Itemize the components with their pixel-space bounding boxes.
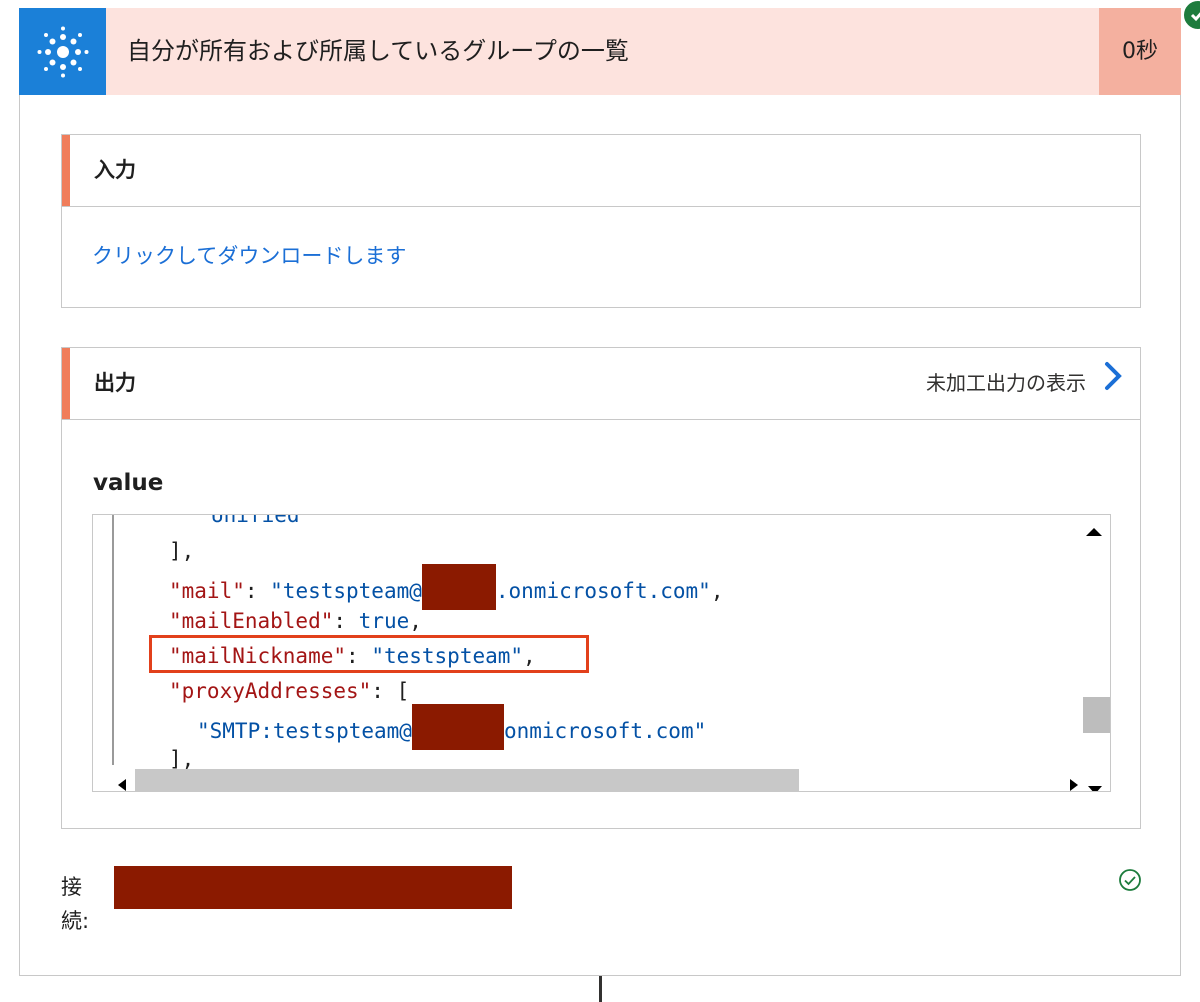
code-line-mail-enabled: "mailEnabled": true,	[169, 609, 422, 633]
horizontal-scrollbar-thumb[interactable]	[135, 769, 799, 791]
code-line-mail: "mail": "testspteam@ .onmicrosoft.com",	[169, 564, 723, 610]
smtp-prefix: "SMTP:testspteam@	[197, 719, 412, 743]
output-section-header: 出力 未加工出力の表示	[62, 348, 1140, 420]
indent-guide	[112, 515, 114, 765]
connection-redaction-block	[114, 866, 512, 909]
input-section-title: 入力	[94, 158, 136, 182]
json-viewer[interactable]: Unified ], "mail": "testspteam@ .onmicros…	[92, 514, 1111, 792]
scroll-down-icon[interactable]	[1087, 776, 1103, 791]
code-line-smtp: "SMTP:testspteam@ onmicrosoft.com"	[197, 704, 707, 750]
redaction-block	[411, 704, 504, 750]
input-section: 入力 クリックしてダウンロードします	[61, 134, 1141, 308]
chevron-right-icon	[1104, 349, 1122, 420]
output-section: 出力 未加工出力の表示 value Unified ], "mail": "te…	[61, 347, 1141, 829]
code-line-proxy-addresses: "proxyAddresses": [	[169, 679, 410, 703]
horizontal-scrollbar[interactable]	[93, 769, 1110, 791]
check-circle-icon	[1118, 868, 1142, 896]
mail-enabled-value: true	[358, 609, 410, 633]
action-header[interactable]: 自分が所有および所属しているグループの一覧 0秒	[19, 0, 1200, 95]
mail-suffix: .onmicrosoft.com"	[495, 579, 711, 603]
connection-label: 接続:	[61, 875, 90, 933]
office-groups-icon	[19, 8, 106, 95]
code-line-unified: Unified	[211, 514, 300, 527]
input-section-header: 入力	[62, 135, 1140, 207]
output-section-title: 出力	[94, 371, 136, 395]
show-raw-output-label: 未加工出力の表示	[926, 371, 1086, 395]
code-line-close-bracket-2: ],	[169, 747, 195, 771]
scroll-left-icon[interactable]	[117, 773, 127, 791]
scroll-right-icon[interactable]	[1069, 773, 1079, 791]
action-title: 自分が所有および所属しているグループの一覧	[127, 37, 629, 65]
highlight-box	[149, 635, 589, 673]
proxy-key: "proxyAddresses"	[169, 679, 372, 703]
mail-prefix: "testspteam@	[270, 579, 422, 603]
vertical-scrollbar-thumb[interactable]	[1083, 697, 1110, 733]
scroll-up-icon[interactable]	[1084, 519, 1104, 543]
redaction-block	[421, 564, 496, 610]
duration-badge: 0秒	[1099, 8, 1181, 95]
value-label: value	[93, 470, 164, 496]
mail-key: "mail"	[169, 579, 245, 603]
flow-connector-line	[599, 976, 602, 1002]
code-fragment-unified: Unified	[211, 514, 300, 527]
success-check-icon	[1181, 0, 1200, 32]
show-raw-output-link[interactable]: 未加工出力の表示	[926, 348, 1122, 419]
smtp-suffix: onmicrosoft.com"	[503, 719, 707, 743]
code-line-close-bracket: ],	[169, 539, 195, 563]
mail-enabled-key: "mailEnabled"	[169, 609, 334, 633]
download-link[interactable]: クリックしてダウンロードします	[92, 240, 406, 270]
